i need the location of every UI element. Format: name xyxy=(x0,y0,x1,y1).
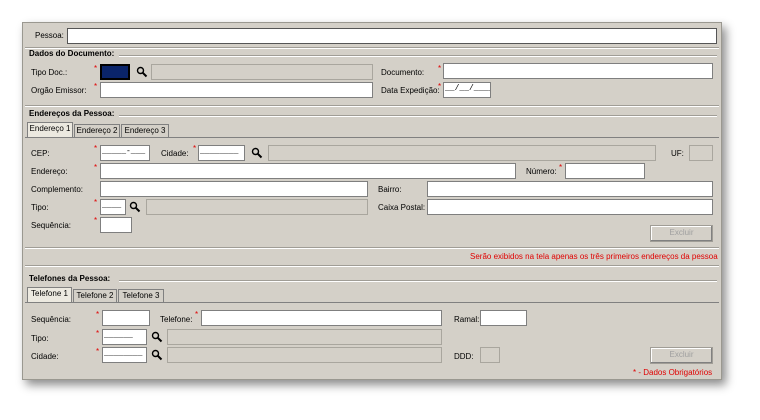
required-mark: * xyxy=(559,163,563,172)
enderecos-section-title: Endereços da Pessoa: xyxy=(29,109,115,118)
tab-endereco-2[interactable]: Endereço 2 xyxy=(74,124,120,137)
tel-sequencia-label: Sequência: xyxy=(31,315,72,324)
search-icon[interactable] xyxy=(129,201,141,213)
tipo-doc-label: Tipo Doc.: xyxy=(31,68,68,77)
bairro-input[interactable] xyxy=(427,181,713,197)
telefone-input[interactable] xyxy=(201,310,442,326)
tel-cidade-input[interactable]: ________ xyxy=(102,347,147,363)
telefone-label: Telefone: xyxy=(160,315,193,324)
search-icon[interactable] xyxy=(151,331,163,343)
tab-endereco-3[interactable]: Endereço 3 xyxy=(121,124,169,137)
uf-label: UF: xyxy=(671,149,684,158)
required-mark: * xyxy=(438,82,442,91)
tipo-description xyxy=(146,199,368,215)
complemento-input[interactable] xyxy=(100,181,368,197)
required-mark: * xyxy=(94,64,98,73)
required-mark: * xyxy=(94,144,98,153)
tel-cidade-label: Cidade: xyxy=(31,352,59,361)
required-mark: * xyxy=(94,163,98,172)
uf-field xyxy=(689,145,713,161)
required-mark: * xyxy=(438,64,442,73)
ddd-label: DDD: xyxy=(454,352,474,361)
tab-baseline xyxy=(25,137,719,138)
data-expedicao-input[interactable]: __/__/____ xyxy=(443,82,491,98)
numero-input[interactable] xyxy=(565,163,645,179)
required-mark: * xyxy=(96,310,100,319)
tel-tipo-input[interactable]: ______ xyxy=(102,329,147,345)
cidade-input[interactable]: ________ xyxy=(198,145,245,161)
pessoa-input[interactable] xyxy=(67,28,717,44)
pessoa-label: Pessoa: xyxy=(35,31,64,40)
separator xyxy=(119,55,717,57)
separator xyxy=(25,247,719,249)
excluir-endereco-button[interactable]: Excluir xyxy=(650,225,713,242)
endereco-label: Endereço: xyxy=(31,167,68,176)
separator xyxy=(119,115,717,117)
sequencia-input[interactable] xyxy=(100,217,132,233)
telefones-section-title: Telefones da Pessoa: xyxy=(29,274,111,283)
search-icon[interactable] xyxy=(151,349,163,361)
tipo-doc-input[interactable] xyxy=(100,64,130,80)
ramal-label: Ramal: xyxy=(454,315,480,324)
cidade-label: Cidade: xyxy=(161,149,189,158)
required-mark: * xyxy=(94,82,98,91)
separator xyxy=(25,105,719,107)
tel-tipo-label: Tipo: xyxy=(31,334,49,343)
tel-sequencia-input[interactable] xyxy=(102,310,150,326)
documento-label: Documento: xyxy=(381,68,425,77)
tab-baseline xyxy=(25,302,719,303)
tab-endereco-1[interactable]: Endereço 1 xyxy=(27,122,73,137)
search-icon[interactable] xyxy=(136,66,148,78)
required-mark: * xyxy=(195,310,199,319)
tab-telefone-2[interactable]: Telefone 2 xyxy=(73,289,117,302)
tel-tipo-description xyxy=(167,329,442,345)
cidade-description xyxy=(268,145,656,161)
required-mark: * xyxy=(193,144,197,153)
separator xyxy=(25,47,719,49)
separator xyxy=(25,265,719,267)
cep-label: CEP: xyxy=(31,149,50,158)
search-icon[interactable] xyxy=(251,147,263,159)
complemento-label: Complemento: xyxy=(31,185,84,194)
documento-section-title: Dados do Documento: xyxy=(29,49,115,58)
caixa-postal-label: Caixa Postal: xyxy=(378,203,426,212)
ramal-input[interactable] xyxy=(480,310,527,326)
required-mark: * xyxy=(94,198,98,207)
required-mark: * xyxy=(94,216,98,225)
endereco-input[interactable] xyxy=(100,163,516,179)
sequencia-label: Sequência: xyxy=(31,221,72,230)
orgao-emissor-input[interactable] xyxy=(100,82,373,98)
tel-cidade-description xyxy=(167,347,442,363)
tipo-label: Tipo: xyxy=(31,203,49,212)
form-window: Pessoa: Dados do Documento: Tipo Doc.: *… xyxy=(22,22,722,380)
enderecos-note: Serão exibidos na tela apenas os três pr… xyxy=(470,252,718,261)
tab-telefone-3[interactable]: Telefone 3 xyxy=(118,289,164,302)
tipo-input[interactable]: ____ xyxy=(100,199,126,215)
data-expedicao-label: Data Expedição: xyxy=(381,86,440,95)
bairro-label: Bairro: xyxy=(378,185,402,194)
dados-obrigatorios-note: * - Dados Obrigatórios xyxy=(633,368,713,377)
tab-telefone-1[interactable]: Telefone 1 xyxy=(27,287,72,302)
documento-input[interactable] xyxy=(443,63,713,79)
orgao-emissor-label: Orgão Emissor: xyxy=(31,86,87,95)
required-mark: * xyxy=(96,347,100,356)
separator xyxy=(119,280,717,282)
ddd-field xyxy=(480,347,500,363)
excluir-telefone-button[interactable]: Excluir xyxy=(650,347,713,364)
required-mark: * xyxy=(96,329,100,338)
tipo-doc-description xyxy=(151,64,373,80)
numero-label: Número: xyxy=(526,167,557,176)
cep-input[interactable]: _____-___ xyxy=(100,145,150,161)
caixa-postal-input[interactable] xyxy=(427,199,713,215)
